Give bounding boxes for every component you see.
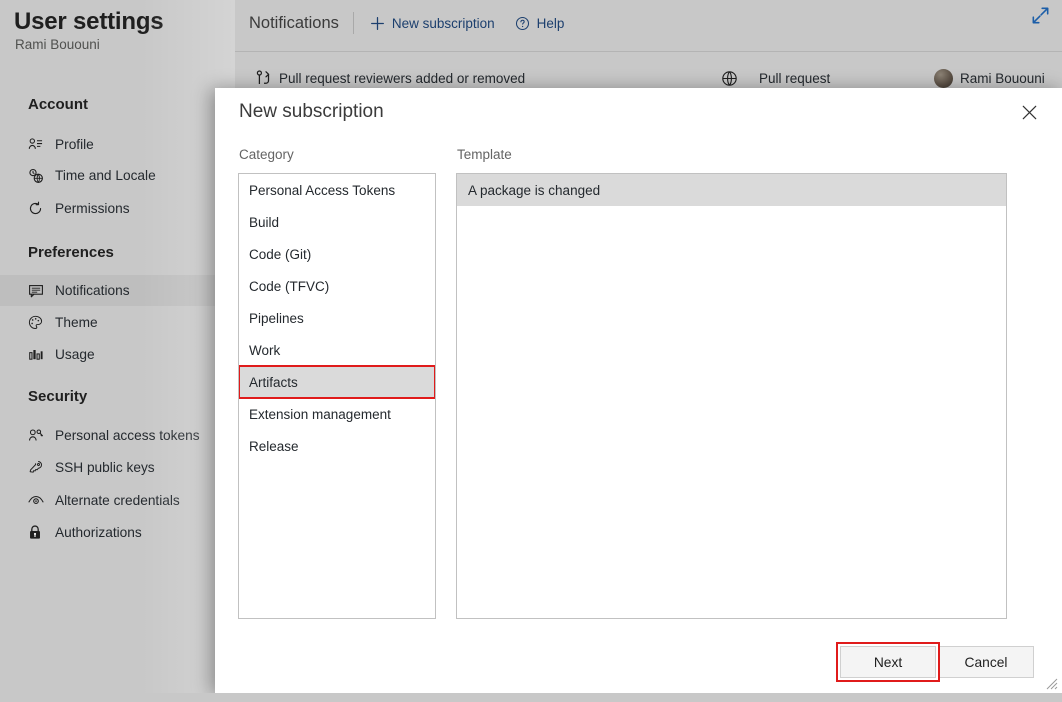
lock-icon (28, 525, 48, 540)
new-subscription-button[interactable]: New subscription (370, 16, 495, 31)
nav-group-security: Security (28, 388, 88, 405)
sidebar-item-label: Alternate credentials (55, 493, 180, 508)
sidebar-item-profile[interactable]: Profile (0, 129, 235, 160)
sidebar-item-permissions[interactable]: Permissions (0, 193, 235, 224)
nav-group-account: Account (28, 96, 88, 113)
subscription-owner: Rami Bououni (934, 68, 1045, 88)
close-icon[interactable] (1016, 99, 1042, 125)
dialog-footer: Next Cancel (215, 633, 1062, 693)
category-option-extension-management[interactable]: Extension management (239, 398, 435, 430)
help-label: Help (536, 15, 565, 31)
category-option-release[interactable]: Release (239, 430, 435, 462)
clock-globe-icon (28, 168, 48, 184)
sidebar-item-usage[interactable]: Usage (0, 339, 235, 370)
sidebar-item-label: Time and Locale (55, 168, 156, 183)
plus-icon (370, 16, 385, 31)
sidebar-item-authorizations[interactable]: Authorizations (0, 517, 235, 548)
question-circle-icon (515, 16, 530, 31)
sidebar-item-theme[interactable]: Theme (0, 307, 235, 338)
avatar (934, 68, 953, 88)
nav-group-preferences: Preferences (28, 244, 114, 261)
category-option-artifacts[interactable]: Artifacts (239, 365, 435, 399)
sidebar-item-label: SSH public keys (55, 460, 155, 475)
sidebar-username: Rami Bououni (15, 37, 100, 52)
window-bottom-strip (0, 693, 1062, 702)
category-option-work[interactable]: Work (239, 334, 435, 366)
notifications-icon (28, 283, 48, 299)
template-listbox[interactable]: A package is changed (456, 173, 1007, 619)
sidebar-item-personal-access-tokens[interactable]: Personal access tokens (0, 420, 235, 451)
new-subscription-label: New subscription (391, 15, 495, 31)
page-title: User settings (14, 8, 164, 35)
sidebar-item-ssh-public-keys[interactable]: SSH public keys (0, 452, 235, 483)
sidebar-item-label: Profile (55, 137, 94, 152)
sidebar-item-label: Personal access tokens (55, 428, 200, 443)
globe-icon (699, 70, 759, 87)
sidebar-item-notifications[interactable]: Notifications (0, 275, 235, 306)
sidebar-item-alternate-credentials[interactable]: Alternate credentials (0, 485, 235, 516)
toolbar-bottom-divider (235, 51, 1062, 52)
app-root: User settings Rami Bououni Account Profi… (0, 0, 1062, 702)
sidebar-item-label: Notifications (55, 283, 130, 298)
user-key-icon (28, 428, 48, 443)
category-option-code-git[interactable]: Code (Git) (239, 238, 435, 270)
template-label: Template (457, 147, 512, 162)
sidebar-item-label: Permissions (55, 201, 130, 216)
category-option-build[interactable]: Build (239, 206, 435, 238)
category-option-personal-access-tokens[interactable]: Personal Access Tokens (239, 174, 435, 206)
permissions-icon (28, 201, 48, 216)
category-option-pipelines[interactable]: Pipelines (239, 302, 435, 334)
dialog-title: New subscription (239, 101, 384, 122)
eye-icon (28, 494, 48, 507)
subscription-owner-name: Rami Bououni (960, 70, 1045, 86)
palette-icon (28, 315, 48, 330)
notifications-toolbar: Notifications New subscription Help (235, 0, 1062, 46)
sidebar-item-time-and-locale[interactable]: Time and Locale (0, 160, 235, 191)
expand-panel-button[interactable] (1028, 6, 1052, 30)
sidebar-item-label: Theme (55, 315, 98, 330)
subscription-name: Pull request reviewers added or removed (279, 70, 526, 86)
subscription-category: Pull request (759, 70, 831, 86)
category-option-code-tfvc[interactable]: Code (TFVC) (239, 270, 435, 302)
sidebar-item-label: Authorizations (55, 525, 142, 540)
category-label: Category (239, 147, 294, 162)
new-subscription-dialog: New subscription Category Template Perso… (215, 88, 1062, 693)
expand-diagonal-icon (1031, 6, 1050, 30)
sidebar-item-label: Usage (55, 347, 95, 362)
usage-chart-icon (28, 347, 48, 362)
next-button[interactable]: Next (840, 646, 936, 678)
pull-request-icon (249, 69, 279, 87)
category-listbox[interactable]: Personal Access Tokens Build Code (Git) … (238, 173, 436, 619)
ssh-key-icon (28, 460, 48, 475)
help-button[interactable]: Help (515, 15, 565, 31)
cancel-button[interactable]: Cancel (938, 646, 1034, 678)
template-option-a-package-is-changed[interactable]: A package is changed (457, 174, 1006, 206)
profile-icon (28, 137, 48, 152)
toolbar-title: Notifications (249, 13, 339, 32)
user-settings-sidebar: User settings Rami Bououni Account Profi… (0, 0, 235, 702)
toolbar-divider (352, 12, 354, 34)
